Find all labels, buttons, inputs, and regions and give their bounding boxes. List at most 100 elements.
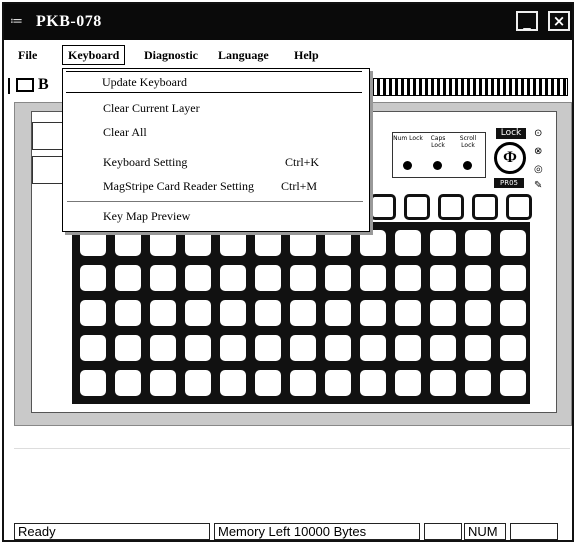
key[interactable] [465, 230, 491, 256]
side-icon-1: ⊙ [534, 128, 543, 139]
key[interactable] [255, 300, 281, 326]
key[interactable] [360, 265, 386, 291]
key[interactable] [80, 300, 106, 326]
key[interactable] [115, 300, 141, 326]
key[interactable] [255, 230, 281, 256]
key[interactable] [325, 370, 351, 396]
key[interactable] [465, 335, 491, 361]
key[interactable] [325, 335, 351, 361]
lock-dial-icon[interactable]: Ф [494, 142, 526, 174]
key[interactable] [500, 265, 526, 291]
key[interactable] [325, 300, 351, 326]
key[interactable] [255, 335, 281, 361]
menu-language[interactable]: Language [218, 48, 269, 63]
key[interactable] [360, 300, 386, 326]
key[interactable] [325, 230, 351, 256]
key[interactable] [500, 300, 526, 326]
menu-help[interactable]: Help [294, 48, 319, 63]
key[interactable] [465, 300, 491, 326]
key[interactable] [430, 230, 456, 256]
key[interactable] [80, 335, 106, 361]
key[interactable] [430, 265, 456, 291]
menu-magstripe-setting[interactable]: MagStripe Card Reader Setting [103, 179, 254, 194]
folder-icon[interactable] [16, 78, 34, 92]
menu-update-keyboard[interactable]: Update Keyboard [66, 71, 362, 93]
key[interactable] [80, 230, 106, 256]
key[interactable] [220, 265, 246, 291]
shortcut-magstripe-setting: Ctrl+M [281, 179, 318, 193]
key[interactable] [325, 265, 351, 291]
key[interactable] [395, 300, 421, 326]
side-icon-3: ◎ [534, 164, 543, 175]
key[interactable] [395, 265, 421, 291]
lock-tag: Lock [496, 128, 526, 139]
key[interactable] [185, 335, 211, 361]
key[interactable] [185, 230, 211, 256]
menu-clear-all[interactable]: Clear All [103, 125, 147, 140]
key[interactable] [255, 265, 281, 291]
shortcut-keyboard-setting: Ctrl+K [285, 155, 320, 169]
key[interactable] [404, 194, 430, 220]
minimize-icon[interactable]: _ [516, 11, 538, 31]
key[interactable] [438, 194, 464, 220]
key[interactable] [500, 230, 526, 256]
menu-diagnostic[interactable]: Diagnostic [144, 48, 198, 63]
key[interactable] [472, 194, 498, 220]
key[interactable] [115, 230, 141, 256]
title-bar[interactable]: ≔ PKB-078 _ × [4, 4, 572, 40]
key[interactable] [506, 194, 532, 220]
keyboard-menu-dropdown: Update Keyboard Clear Current Layer Clea… [62, 68, 370, 232]
key[interactable] [360, 370, 386, 396]
caps-lock-label: Caps Lock [430, 135, 446, 149]
close-icon[interactable]: × [548, 11, 570, 31]
key[interactable] [115, 335, 141, 361]
key[interactable] [500, 370, 526, 396]
key[interactable] [290, 265, 316, 291]
key[interactable] [290, 370, 316, 396]
menu-file[interactable]: File [18, 48, 37, 63]
key[interactable] [430, 335, 456, 361]
key[interactable] [150, 230, 176, 256]
key[interactable] [370, 194, 396, 220]
status-bar: Ready Memory Left 10000 Bytes NUM [4, 521, 572, 540]
toolbar-b-icon[interactable]: B [38, 76, 49, 94]
key[interactable] [150, 265, 176, 291]
menu-keyboard-setting[interactable]: Keyboard Setting [103, 155, 187, 170]
key[interactable] [80, 370, 106, 396]
key[interactable] [430, 370, 456, 396]
key[interactable] [80, 265, 106, 291]
key[interactable] [290, 300, 316, 326]
key[interactable] [255, 370, 281, 396]
key[interactable] [360, 335, 386, 361]
key[interactable] [220, 335, 246, 361]
key[interactable] [395, 335, 421, 361]
key-grid [72, 222, 530, 404]
key[interactable] [500, 335, 526, 361]
menu-keyboard[interactable]: Keyboard [62, 45, 126, 65]
key[interactable] [185, 370, 211, 396]
key[interactable] [395, 230, 421, 256]
key[interactable] [395, 370, 421, 396]
menu-key-map-preview[interactable]: Key Map Preview [103, 209, 190, 224]
status-caps [424, 523, 462, 540]
key[interactable] [185, 265, 211, 291]
key[interactable] [150, 370, 176, 396]
key[interactable] [150, 300, 176, 326]
key[interactable] [185, 300, 211, 326]
key[interactable] [115, 265, 141, 291]
side-icon-2: ⊗ [534, 146, 543, 157]
key[interactable] [220, 370, 246, 396]
key[interactable] [465, 265, 491, 291]
key[interactable] [220, 300, 246, 326]
key[interactable] [430, 300, 456, 326]
key[interactable] [115, 370, 141, 396]
key[interactable] [290, 335, 316, 361]
status-num: NUM [464, 523, 506, 540]
key[interactable] [465, 370, 491, 396]
key[interactable] [220, 230, 246, 256]
key[interactable] [150, 335, 176, 361]
key[interactable] [360, 230, 386, 256]
toolbar-progress-strip [364, 78, 568, 96]
menu-clear-current-layer[interactable]: Clear Current Layer [103, 101, 200, 116]
key[interactable] [290, 230, 316, 256]
